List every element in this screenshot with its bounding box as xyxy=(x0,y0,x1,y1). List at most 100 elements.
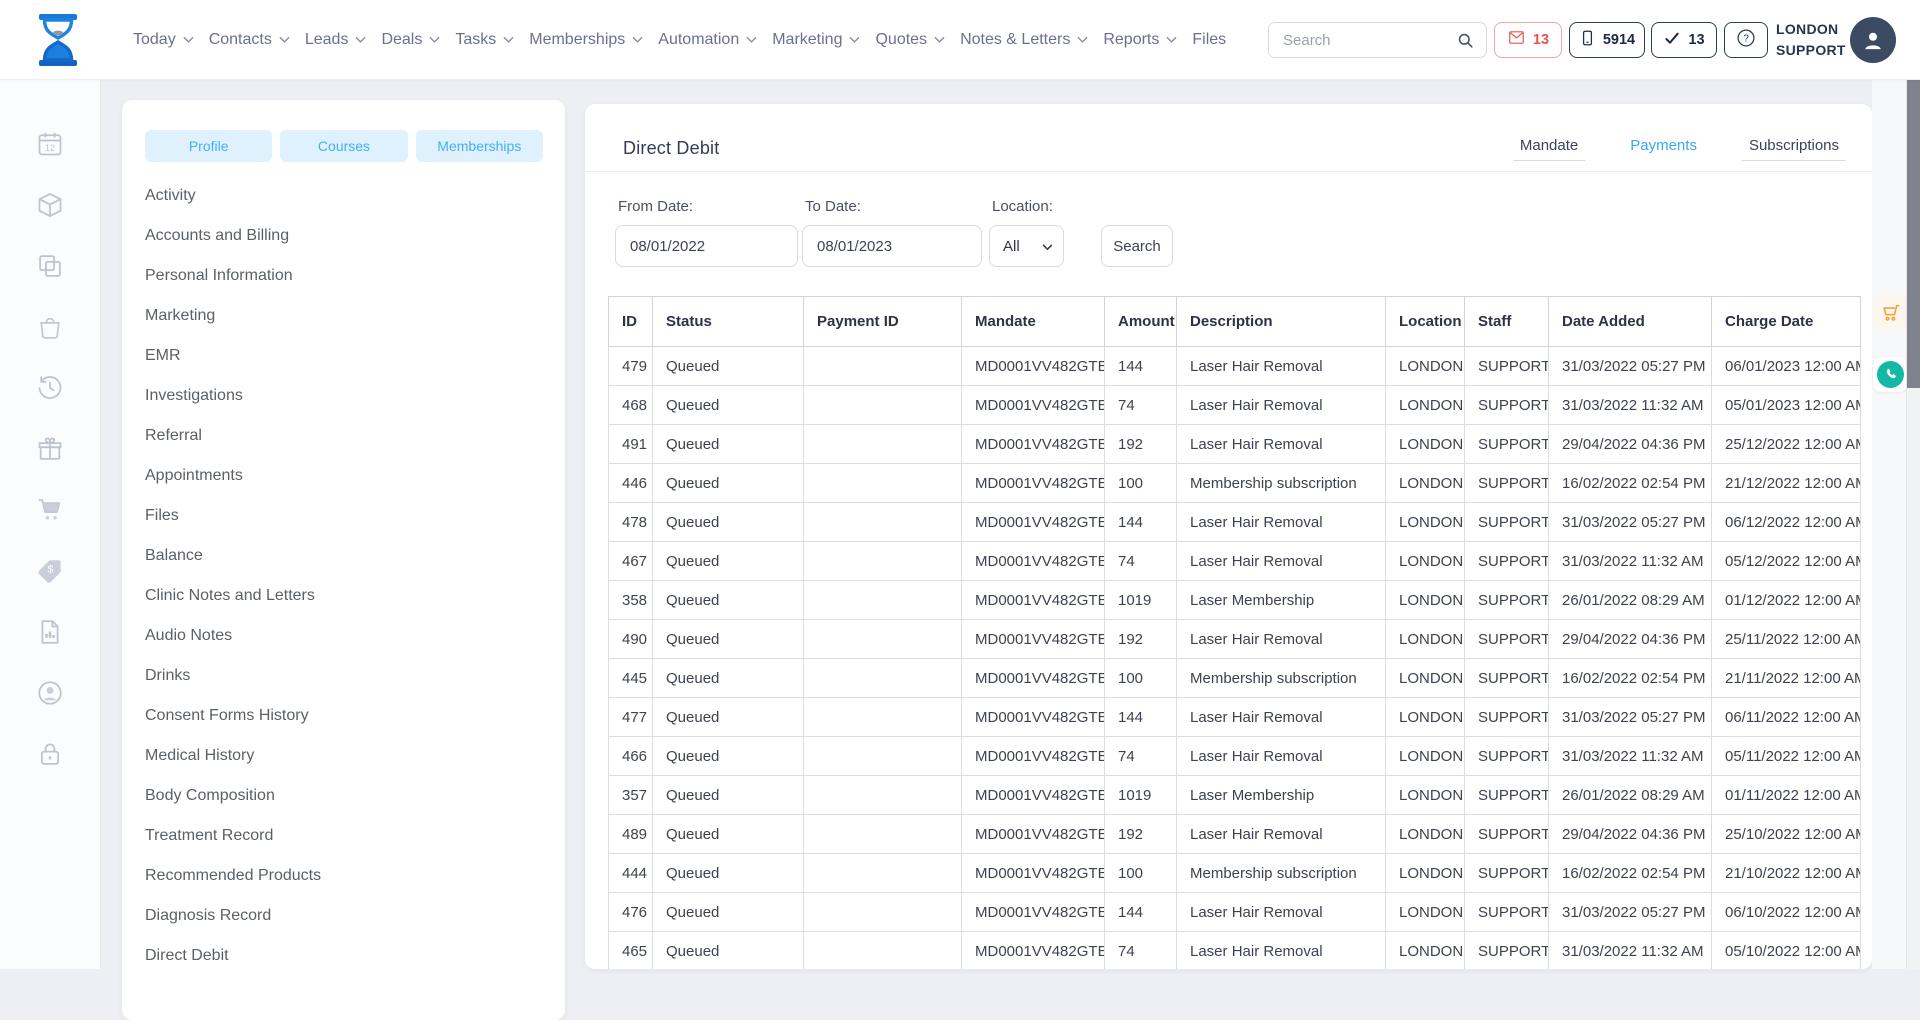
sidebar-item-files[interactable]: Files xyxy=(145,496,565,536)
price-tag-icon[interactable]: $ xyxy=(36,557,64,585)
right-edge-strip xyxy=(1872,80,1906,969)
table-row[interactable]: 444QueuedMD0001VV482GTE100Membership sub… xyxy=(609,854,1861,893)
cell-mandate: MD0001VV482GTE xyxy=(962,659,1105,698)
app-logo[interactable] xyxy=(36,14,80,66)
vertical-scrollbar[interactable] xyxy=(1906,0,1920,969)
table-row[interactable]: 477QueuedMD0001VV482GTE144Laser Hair Rem… xyxy=(609,698,1861,737)
table-row[interactable]: 491QueuedMD0001VV482GTE192Laser Hair Rem… xyxy=(609,425,1861,464)
cell-staff: SUPPORT xyxy=(1465,581,1549,620)
lock-icon[interactable] xyxy=(36,740,64,768)
table-row[interactable]: 465QueuedMD0001VV482GTE74Laser Hair Remo… xyxy=(609,932,1861,970)
sidebar-item-audio-notes[interactable]: Audio Notes xyxy=(145,616,565,656)
filter-search-button[interactable]: Search xyxy=(1101,225,1173,267)
cell-description: Laser Hair Removal xyxy=(1177,425,1386,464)
sidebar-item-balance[interactable]: Balance xyxy=(145,536,565,576)
table-row[interactable]: 479QueuedMD0001VV482GTE144Laser Hair Rem… xyxy=(609,347,1861,386)
table-row[interactable]: 358QueuedMD0001VV482GTE1019Laser Members… xyxy=(609,581,1861,620)
nav-item-memberships[interactable]: Memberships xyxy=(529,31,643,49)
sidebar-item-treatment-record[interactable]: Treatment Record xyxy=(145,816,565,856)
nav-item-quotes[interactable]: Quotes xyxy=(875,31,945,49)
table-row[interactable]: 489QueuedMD0001VV482GTE192Laser Hair Rem… xyxy=(609,815,1861,854)
history-icon[interactable] xyxy=(36,374,64,402)
user-name-line1: LONDON xyxy=(1776,19,1846,40)
avatar[interactable] xyxy=(1850,17,1896,63)
sidebar-item-investigations[interactable]: Investigations xyxy=(145,376,565,416)
scrollbar-thumb[interactable] xyxy=(1907,28,1920,388)
table-row[interactable]: 467QueuedMD0001VV482GTE74Laser Hair Remo… xyxy=(609,542,1861,581)
cell-charge-date: 01/11/2022 12:00 AM xyxy=(1712,776,1861,815)
panel-tab-courses[interactable]: Courses xyxy=(280,130,407,162)
cell-amount: 74 xyxy=(1105,542,1177,581)
table-row[interactable]: 478QueuedMD0001VV482GTE144Laser Hair Rem… xyxy=(609,503,1861,542)
sidebar-item-emr[interactable]: EMR xyxy=(145,336,565,376)
sidebar-item-clinic-notes-and-letters[interactable]: Clinic Notes and Letters xyxy=(145,576,565,616)
nav-item-leads[interactable]: Leads xyxy=(305,31,367,49)
search-input[interactable] xyxy=(1269,31,1444,50)
cell-amount: 74 xyxy=(1105,737,1177,776)
bag-icon[interactable] xyxy=(36,313,64,341)
chevron-down-icon xyxy=(279,36,290,44)
sms-badge[interactable]: 5914 xyxy=(1569,22,1645,58)
to-date-input[interactable] xyxy=(802,225,982,267)
table-row[interactable]: 468QueuedMD0001VV482GTE74Laser Hair Remo… xyxy=(609,386,1861,425)
tasks-badge[interactable]: 13 xyxy=(1651,22,1717,58)
account-icon[interactable] xyxy=(36,679,64,707)
sidebar-item-direct-debit[interactable]: Direct Debit xyxy=(145,936,565,976)
sidebar-item-recommended-products[interactable]: Recommended Products xyxy=(145,856,565,896)
cell-description: Laser Hair Removal xyxy=(1177,542,1386,581)
nav-item-marketing[interactable]: Marketing xyxy=(772,31,860,49)
table-row[interactable]: 476QueuedMD0001VV482GTE144Laser Hair Rem… xyxy=(609,893,1861,932)
messages-badge[interactable]: 13 xyxy=(1494,22,1562,58)
nav-item-tasks[interactable]: Tasks xyxy=(455,31,514,49)
sidebar-item-marketing[interactable]: Marketing xyxy=(145,296,565,336)
table-row[interactable]: 445QueuedMD0001VV482GTE100Membership sub… xyxy=(609,659,1861,698)
sidebar-item-activity[interactable]: Activity xyxy=(145,176,565,216)
tab-subscriptions[interactable]: Subscriptions xyxy=(1742,137,1846,161)
cell-id: 490 xyxy=(609,620,653,659)
sidebar-item-body-composition[interactable]: Body Composition xyxy=(145,776,565,816)
from-date-group: From Date: xyxy=(615,198,798,267)
sidebar-item-accounts-and-billing[interactable]: Accounts and Billing xyxy=(145,216,565,256)
nav-item-reports[interactable]: Reports xyxy=(1103,31,1177,49)
tab-mandate[interactable]: Mandate xyxy=(1513,137,1585,161)
nav-item-today[interactable]: Today xyxy=(133,31,194,49)
nav-item-automation[interactable]: Automation xyxy=(658,31,757,49)
cart-icon[interactable] xyxy=(36,496,64,524)
nav-item-notes-letters[interactable]: Notes & Letters xyxy=(960,31,1088,49)
sidebar-item-personal-information[interactable]: Personal Information xyxy=(145,256,565,296)
report-icon[interactable] xyxy=(36,618,64,646)
sidebar-item-consent-forms-history[interactable]: Consent Forms History xyxy=(145,696,565,736)
cell-location: LONDON xyxy=(1386,542,1465,581)
panel-tab-memberships[interactable]: Memberships xyxy=(416,130,543,162)
table-row[interactable]: 490QueuedMD0001VV482GTE192Laser Hair Rem… xyxy=(609,620,1861,659)
sidebar-item-referral[interactable]: Referral xyxy=(145,416,565,456)
cell-location: LONDON xyxy=(1386,659,1465,698)
cart-button[interactable] xyxy=(1873,295,1908,330)
gift-icon[interactable] xyxy=(36,435,64,463)
svg-text:12: 12 xyxy=(45,143,55,153)
table-row[interactable]: 357QueuedMD0001VV482GTE1019Laser Members… xyxy=(609,776,1861,815)
sidebar-item-medical-history[interactable]: Medical History xyxy=(145,736,565,776)
sidebar-item-diagnosis-record[interactable]: Diagnosis Record xyxy=(145,896,565,936)
help-button[interactable]: ? xyxy=(1724,22,1768,58)
copy-icon[interactable] xyxy=(36,252,64,280)
cell-date-added: 31/03/2022 11:32 AM xyxy=(1549,542,1712,581)
cell-payment-id xyxy=(804,854,962,893)
calendar-icon[interactable]: 12 xyxy=(36,130,64,158)
from-date-input[interactable] xyxy=(615,225,798,267)
sidebar-item-appointments[interactable]: Appointments xyxy=(145,456,565,496)
package-icon[interactable] xyxy=(36,191,64,219)
tab-payments[interactable]: Payments xyxy=(1623,137,1704,161)
nav-item-files[interactable]: Files xyxy=(1192,31,1226,49)
sidebar-item-drinks[interactable]: Drinks xyxy=(145,656,565,696)
location-select[interactable]: All xyxy=(989,225,1064,267)
nav-item-deals[interactable]: Deals xyxy=(381,31,440,49)
table-row[interactable]: 466QueuedMD0001VV482GTE74Laser Hair Remo… xyxy=(609,737,1861,776)
panel-tab-profile[interactable]: Profile xyxy=(145,130,272,162)
cell-location: LONDON xyxy=(1386,698,1465,737)
nav-item-label: Contacts xyxy=(209,31,272,49)
search-icon[interactable] xyxy=(1444,23,1486,57)
nav-item-contacts[interactable]: Contacts xyxy=(209,31,290,49)
phone-button[interactable] xyxy=(1873,357,1908,392)
table-row[interactable]: 446QueuedMD0001VV482GTE100Membership sub… xyxy=(609,464,1861,503)
